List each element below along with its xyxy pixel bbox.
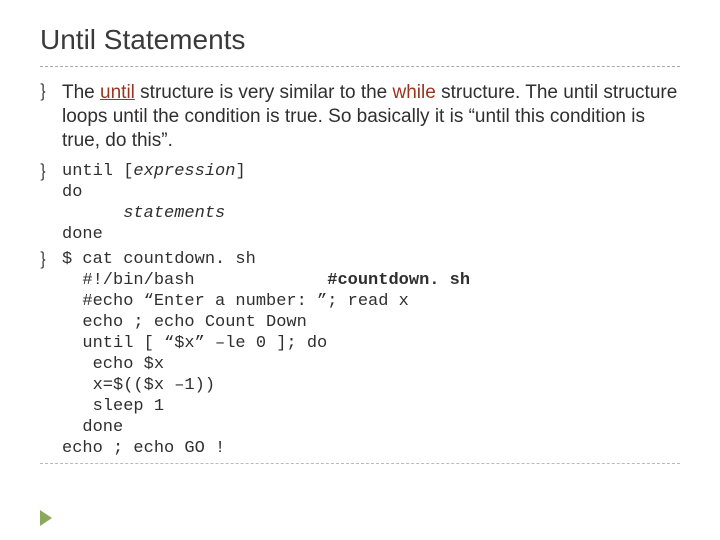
code-line: echo $x	[62, 355, 164, 374]
slide-title: Until Statements	[40, 24, 680, 56]
keyword-until: until	[100, 82, 135, 103]
bullet-glyph: ｝	[40, 161, 62, 185]
example-block: $ cat countdown. sh #!/bin/bash #countdo…	[62, 249, 470, 459]
code-line: until [	[62, 162, 133, 181]
code-line: echo ; echo GO !	[62, 439, 225, 458]
bullet-glyph: ｝	[40, 81, 62, 105]
keyword-while: while	[393, 82, 436, 103]
code-line: done	[62, 418, 123, 437]
intro-paragraph: The until structure is very similar to t…	[62, 81, 680, 153]
code-line: sleep 1	[62, 397, 164, 416]
syntax-block: until [expression] do statements done	[62, 161, 246, 245]
bullet-item-1: ｝ The until structure is very similar to…	[40, 81, 680, 153]
code-line: ]	[235, 162, 245, 181]
code-line: x=$(($x –1))	[62, 376, 215, 395]
bottom-underline	[40, 463, 680, 464]
code-statements: statements	[62, 204, 225, 223]
code-line: done	[62, 225, 103, 244]
title-underline	[40, 66, 680, 67]
arrow-icon	[40, 510, 52, 526]
code-expression: expression	[133, 162, 235, 181]
bullet-glyph: ｝	[40, 249, 62, 273]
bullet-item-3: ｝ $ cat countdown. sh #!/bin/bash #count…	[40, 249, 680, 459]
text: structure is very similar to the	[135, 82, 393, 103]
content-area: ｝ The until structure is very similar to…	[40, 81, 680, 464]
code-line: echo ; echo Count Down	[62, 313, 307, 332]
bullet-item-2: ｝ until [expression] do statements done	[40, 161, 680, 245]
code-line: #!/bin/bash	[62, 271, 327, 290]
code-line: do	[62, 183, 82, 202]
code-line: $ cat countdown. sh	[62, 250, 256, 269]
slide: Until Statements ｝ The until structure i…	[0, 0, 720, 540]
text: The	[62, 82, 100, 103]
code-filename: #countdown. sh	[327, 271, 470, 290]
code-line: until [ “$x” –le 0 ]; do	[62, 334, 327, 353]
code-line: #echo “Enter a number: ”; read x	[62, 292, 409, 311]
